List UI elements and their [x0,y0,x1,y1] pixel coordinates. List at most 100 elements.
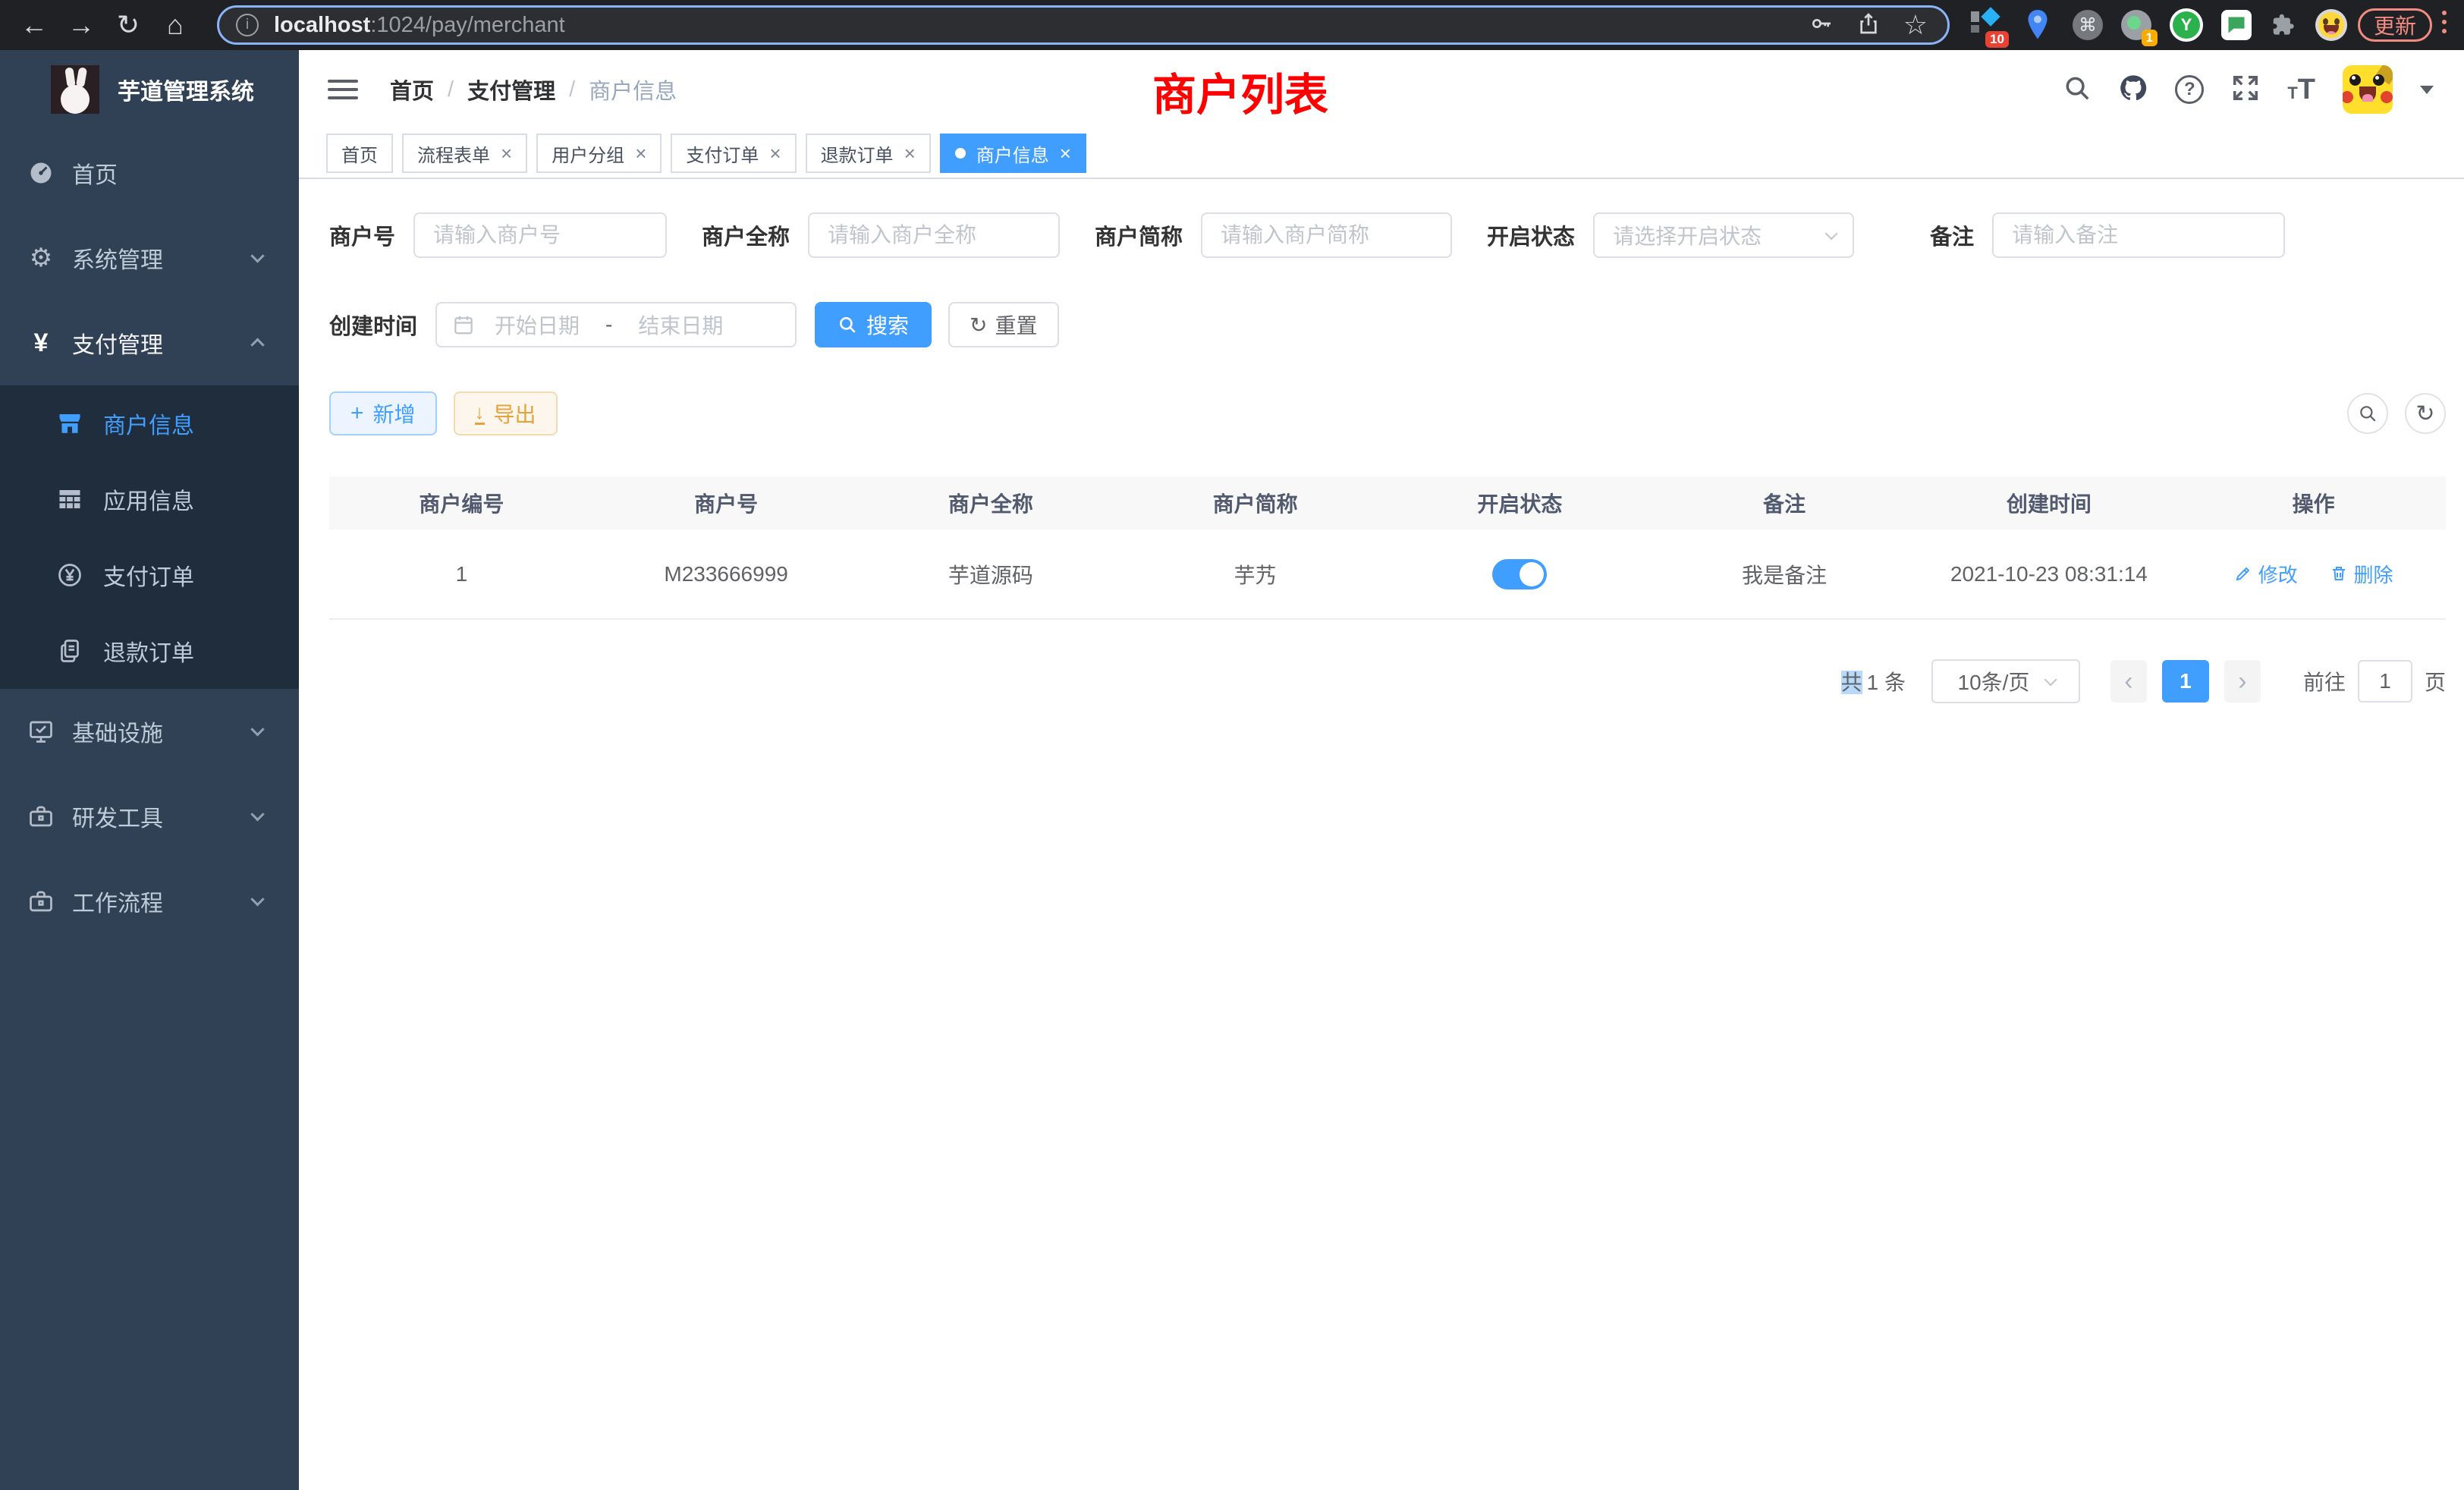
col-short-name: 商户简称 [1123,476,1388,530]
status-select[interactable]: 请选择开启状态 [1593,212,1854,258]
breadcrumb-home[interactable]: 首页 [390,74,434,105]
tab-process-form[interactable]: 流程表单× [402,134,527,173]
extension-badge: 1 [2142,30,2158,46]
fullscreen-icon[interactable] [2231,74,2260,106]
sidebar-item-label: 首页 [72,156,118,190]
payment-submenu: 商户信息 应用信息 支付订单 退款订单 [0,385,299,689]
sidebar-item-label: 工作流程 [72,885,163,918]
sidebar-item-app-info[interactable]: 应用信息 [0,461,299,537]
status-toggle[interactable] [1492,559,1547,589]
add-button[interactable]: + 新增 [329,391,437,435]
merchant-no-label: 商户号 [329,219,395,251]
extension-chat-icon[interactable] [2221,10,2252,40]
extension-badge: 10 [1985,31,2009,48]
total-prefix: 共 [1841,671,1862,694]
reset-button-label: 重置 [995,310,1038,340]
goto-page-input[interactable] [2358,660,2412,703]
short-name-label: 商户简称 [1095,219,1183,251]
url-path: :1024/pay/merchant [370,13,564,37]
document-copy-icon [55,637,84,665]
close-icon[interactable]: × [1060,143,1071,163]
tab-pay-order[interactable]: 支付订单× [671,134,796,173]
create-time-range-picker[interactable]: 开始日期 - 结束日期 [435,302,797,347]
full-name-input[interactable] [808,212,1060,258]
tab-refund-order[interactable]: 退款订单× [806,134,931,173]
browser-home-icon[interactable]: ⌂ [152,0,199,50]
extension-pin-icon[interactable] [2022,8,2053,42]
avatar-dropdown-icon[interactable] [2420,86,2434,94]
extension-status-icon[interactable]: 1 [2121,10,2151,40]
sidebar-item-system[interactable]: ⚙ 系统管理 [0,215,299,300]
tab-merchant-info[interactable]: 商户信息× [940,134,1086,173]
plus-icon: + [350,401,364,426]
delete-link[interactable]: 删除 [2330,560,2393,588]
tab-label: 首页 [341,140,378,167]
close-icon[interactable]: × [769,143,781,163]
tab-home[interactable]: 首页 [326,134,393,173]
bookmark-star-icon[interactable]: ☆ [1903,13,1928,37]
sidebar-item-payment[interactable]: ¥ 支付管理 [0,300,299,385]
sidebar-item-workflow[interactable]: 工作流程 [0,859,299,944]
create-time-label: 创建时间 [329,309,417,341]
toggle-search-button[interactable] [2347,393,2388,434]
sidebar-item-refund-order[interactable]: 退款订单 [0,613,299,689]
cell-create-time: 2021-10-23 08:31:14 [1917,530,2182,619]
tab-user-group[interactable]: 用户分组× [536,134,662,173]
browser-menu-icon[interactable] [2441,11,2447,38]
download-icon: ↓ [475,402,485,425]
merchant-no-input[interactable] [413,212,667,258]
search-icon [838,315,857,335]
github-icon[interactable] [2119,74,2148,106]
font-size-icon[interactable]: TT [2287,74,2315,106]
edit-pen-icon [2234,564,2252,583]
pagination: 共1 条 10条/页 ‹ 1 › 前往 页 [329,659,2446,703]
page-unit: 页 [2425,666,2446,696]
sidebar-item-pay-order[interactable]: 支付订单 [0,537,299,613]
close-icon[interactable]: × [904,143,916,163]
password-key-icon[interactable] [1809,11,1834,39]
page-size-select[interactable]: 10条/页 [1931,659,2080,703]
next-page-button[interactable]: › [2224,660,2261,703]
app-logo[interactable]: 芋道管理系统 [0,50,299,130]
edit-link[interactable]: 修改 [2234,560,2298,588]
search-icon[interactable] [2063,74,2092,106]
browser-reload-icon[interactable]: ↻ [105,0,152,50]
browser-back-icon[interactable]: ← [11,0,58,50]
start-date-placeholder[interactable]: 开始日期 [495,310,580,340]
full-name-label: 商户全称 [702,219,790,251]
breadcrumb-merchant: 商户信息 [589,74,677,105]
address-bar[interactable]: i localhost:1024/pay/merchant ☆ [217,5,1950,45]
export-button[interactable]: ↓ 导出 [454,391,558,435]
search-button[interactable]: 搜索 [815,302,932,347]
refresh-table-button[interactable]: ↻ [2405,393,2446,434]
user-avatar[interactable] [2343,65,2393,114]
page-number-1[interactable]: 1 [2162,660,2209,703]
chevron-down-icon [250,892,264,906]
sidebar-item-home[interactable]: 首页 [0,130,299,215]
end-date-placeholder[interactable]: 结束日期 [638,310,723,340]
col-merchant-no: 商户号 [594,476,859,530]
extensions-puzzle-icon[interactable] [2270,11,2299,39]
command-glyph: ⌘ [2079,14,2097,36]
sidebar-item-dev-tools[interactable]: 研发工具 [0,774,299,859]
browser-forward-icon[interactable]: → [58,0,105,50]
prev-page-button[interactable]: ‹ [2110,660,2147,703]
browser-update-button[interactable]: 更新 [2358,8,2432,42]
cell-remark: 我是备注 [1652,530,1917,619]
collapse-sidebar-icon[interactable] [328,74,358,105]
extension-command-icon[interactable]: ⌘ [2073,10,2103,40]
share-icon[interactable] [1856,11,1881,39]
reset-button[interactable]: ↻ 重置 [948,302,1058,347]
extension-diamond-icon[interactable]: 10 [1971,8,2004,42]
site-info-icon[interactable]: i [236,14,259,36]
profile-avatar-emoji[interactable] [2315,9,2347,41]
help-icon[interactable]: ? [2175,75,2204,104]
short-name-input[interactable] [1201,212,1452,258]
breadcrumb-payment[interactable]: 支付管理 [467,74,555,105]
sidebar-item-merchant-info[interactable]: 商户信息 [0,385,299,461]
close-icon[interactable]: × [635,143,646,163]
extension-y-logo-icon[interactable]: Y [2170,8,2203,42]
sidebar-item-infra[interactable]: 基础设施 [0,689,299,774]
close-icon[interactable]: × [501,143,512,163]
remark-input[interactable] [1992,212,2285,258]
